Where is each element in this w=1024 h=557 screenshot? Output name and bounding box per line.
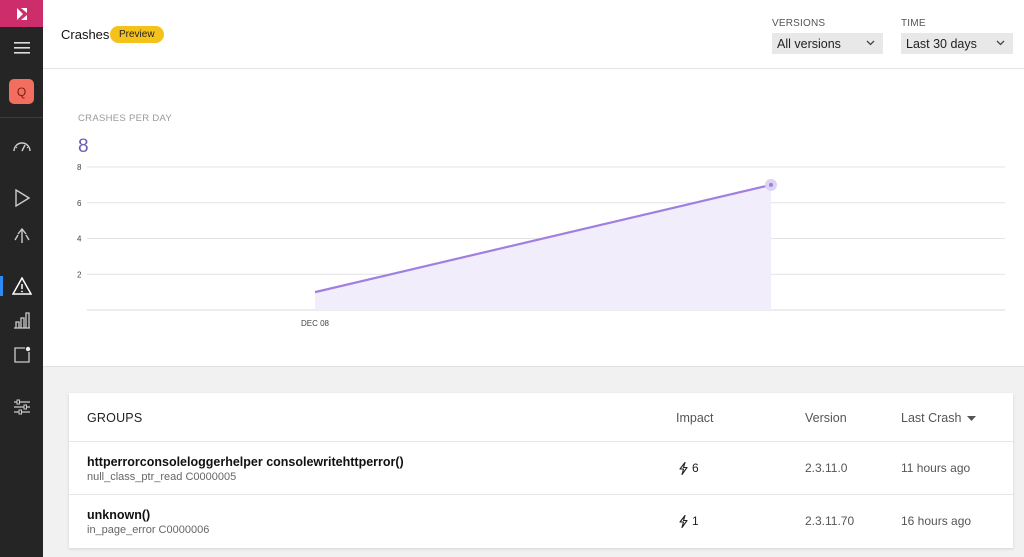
lightning-icon (679, 514, 688, 528)
sidebar-divider (0, 117, 43, 118)
lightning-icon (679, 461, 688, 475)
data-point (769, 182, 773, 187)
crashes-chart-panel: CRASHES PER DAY 8 2 4 6 8 DEC 08 (43, 69, 1024, 367)
dashboard-icon[interactable] (0, 128, 43, 164)
preview-badge: Preview (110, 26, 164, 43)
impact-count: 1 (692, 514, 699, 528)
versions-label: VERSIONS (772, 18, 826, 29)
group-subtitle: null_class_ptr_read C0000005 (87, 471, 237, 483)
build-icon[interactable] (0, 180, 43, 216)
sidebar: Q (0, 0, 43, 557)
groups-table: GROUPS Impact Version Last Crash httperr… (69, 393, 1013, 548)
last-crash-cell: 16 hours ago (901, 514, 972, 528)
impact-cell: 6 (679, 461, 699, 475)
x-tick-label: DEC 08 (301, 319, 330, 328)
groups-header: GROUPS (87, 411, 143, 425)
chevron-down-icon (996, 38, 1005, 49)
y-tick-label: 2 (77, 270, 82, 279)
versions-filter: VERSIONS All versions (772, 18, 883, 54)
push-icon[interactable] (0, 337, 43, 373)
time-dropdown[interactable]: Last 30 days (901, 33, 1013, 54)
page-title: Crashes (61, 27, 110, 42)
versions-dropdown[interactable]: All versions (772, 33, 883, 54)
diagnostics-icon[interactable] (0, 268, 43, 304)
series-area (315, 184, 771, 310)
impact-count: 6 (692, 461, 699, 475)
last-crash-header[interactable]: Last Crash (901, 411, 977, 425)
settings-icon[interactable] (0, 389, 43, 425)
y-tick-label: 8 (77, 163, 82, 172)
version-cell: 2.3.11.0 (805, 461, 848, 475)
y-tick-label: 4 (77, 235, 82, 244)
version-header[interactable]: Version (805, 411, 847, 425)
group-subtitle: in_page_error C0000006 (87, 524, 210, 536)
distribute-icon[interactable] (0, 217, 43, 253)
last-crash-cell: 11 hours ago (901, 461, 971, 475)
app-center-logo-icon[interactable] (0, 0, 43, 27)
y-tick-label: 6 (77, 199, 82, 208)
version-cell: 2.3.11.70 (805, 514, 855, 528)
impact-header[interactable]: Impact (676, 411, 714, 425)
crashes-per-day-chart: 2 4 6 8 DEC 08 (77, 163, 1005, 328)
table-row[interactable]: httperrorconsoleloggerhelper consolewrit… (69, 441, 1013, 494)
group-name: httperrorconsoleloggerhelper consolewrit… (87, 455, 404, 469)
table-row[interactable]: unknown() in_page_error C0000006 1 2.3.1… (69, 494, 1013, 547)
time-label: TIME (901, 18, 926, 29)
page-header: Crashes Preview VERSIONS All versions TI… (43, 0, 1024, 69)
analytics-icon[interactable] (0, 302, 43, 338)
menu-icon[interactable] (0, 30, 43, 66)
sort-desc-icon (967, 415, 977, 421)
time-filter: TIME Last 30 days (901, 18, 1013, 54)
chevron-down-icon (866, 38, 875, 49)
versions-value: All versions (777, 36, 841, 51)
impact-cell: 1 (679, 514, 699, 528)
group-name: unknown() (87, 508, 151, 522)
time-value: Last 30 days (906, 36, 977, 51)
app-avatar[interactable]: Q (9, 79, 34, 104)
last-crash-label: Last Crash (901, 411, 962, 425)
